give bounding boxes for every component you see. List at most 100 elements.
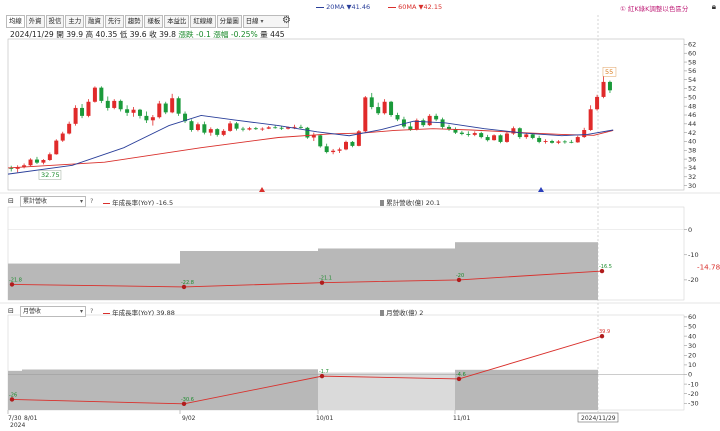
xaxis-date-label: 9/02 xyxy=(182,415,196,422)
cumulative-revenue-bar xyxy=(318,248,455,300)
panel3-yoy-label: -30.6 xyxy=(181,397,194,403)
candle-body xyxy=(234,123,239,129)
panel2-collapse-icon[interactable]: ⊟ xyxy=(8,197,14,205)
candle-body xyxy=(131,109,136,113)
event-marker-up xyxy=(259,187,265,192)
candle-body xyxy=(112,100,117,108)
candle-body xyxy=(125,109,130,113)
panel2-help-icon[interactable]: ? xyxy=(90,197,93,205)
panel2-bar-legend: 累計營收(億) 20.1 xyxy=(380,197,440,207)
candle-body xyxy=(118,100,123,110)
price-ytick-label: 60 xyxy=(688,49,696,57)
panel3-bar-legend: 月營收(億) 2 xyxy=(380,307,423,317)
price-ytick-label: 62 xyxy=(688,41,696,49)
candle-body xyxy=(569,141,574,143)
panel3-collapse-icon[interactable]: ⊟ xyxy=(8,307,14,315)
panel2-yoy-label: -21.1 xyxy=(319,276,332,282)
stock-chart[interactable]: 303234363840424446485052545658606232.755… xyxy=(0,0,720,431)
candle-body xyxy=(92,87,97,102)
cumulative-revenue-bar xyxy=(180,250,318,300)
panel2-yoy-label: -20 xyxy=(456,273,464,279)
panel3-ytick-label: 60 xyxy=(688,313,696,321)
candle-body xyxy=(195,124,200,130)
candle-body xyxy=(344,141,348,150)
panel2-yoy-label: -21.8 xyxy=(9,277,22,283)
price-panel-frame xyxy=(7,38,685,191)
candle-body xyxy=(60,133,65,141)
candle-body xyxy=(105,100,110,108)
candle-body xyxy=(318,135,323,147)
candle-body xyxy=(466,133,471,135)
bar-swatch xyxy=(380,310,384,316)
candle-body xyxy=(492,135,497,141)
candle-body xyxy=(427,115,432,126)
cursor-date-label: 2024/11/29 xyxy=(581,415,616,422)
candle-body xyxy=(369,97,374,108)
xaxis-date-label: 11/01 xyxy=(453,415,470,422)
price-ytick-label: 52 xyxy=(688,85,696,93)
panel3-line-legend-text: 年成長率(YoY) 39.88 xyxy=(112,309,175,317)
price-ytick-label: 36 xyxy=(688,155,696,163)
panel3-yoy-label: -26 xyxy=(9,392,17,398)
candle-body xyxy=(170,98,175,113)
candle-body xyxy=(524,134,529,138)
candle-body xyxy=(67,123,72,134)
panel3-bar-legend-text: 月營收(億) 2 xyxy=(386,309,424,317)
panel3-ytick-label: -10 xyxy=(688,380,699,388)
candle-body xyxy=(266,127,271,129)
price-ytick-label: 58 xyxy=(688,58,696,66)
candle-body xyxy=(350,141,355,146)
panel3-help-icon[interactable]: ? xyxy=(90,307,93,315)
price-ytick-label: 38 xyxy=(688,146,696,154)
candle-body xyxy=(324,146,329,153)
panel3-yoy-label: 39.9 xyxy=(599,329,610,335)
bar-swatch xyxy=(380,200,384,206)
panel2-yoy-label: -16.5 xyxy=(599,264,612,270)
candle-body xyxy=(472,133,477,135)
panel2-ytick-label: -10 xyxy=(688,251,699,259)
price-ytick-label: 56 xyxy=(688,67,696,75)
panel3-ytick-label: 30 xyxy=(688,342,696,350)
candle-body xyxy=(163,103,168,113)
candle-body xyxy=(47,154,52,160)
candle-body xyxy=(504,133,509,142)
panel3-select[interactable]: 月營收 xyxy=(20,306,86,317)
panel3-ytick-label: -30 xyxy=(688,399,699,407)
candle-body xyxy=(607,81,612,91)
panel3-ytick-label: 50 xyxy=(688,323,696,331)
candle-body xyxy=(331,150,336,153)
candle-body xyxy=(273,127,278,129)
monthly-revenue-bar xyxy=(455,369,598,410)
ma20-line xyxy=(7,114,614,175)
candle-body xyxy=(311,135,316,138)
panel3-yoy-label: -1.7 xyxy=(319,369,329,375)
candle-body xyxy=(240,128,245,130)
panel2-select[interactable]: 累計營收 xyxy=(20,196,86,207)
xaxis-date-label: 10/01 xyxy=(316,415,333,422)
candle-body xyxy=(376,107,381,114)
candle-body xyxy=(421,120,426,126)
candle-body xyxy=(73,107,78,124)
candle-body xyxy=(389,101,394,115)
candle-body xyxy=(28,159,33,166)
candle-body xyxy=(459,132,464,134)
cumulative-revenue-bar xyxy=(22,263,180,300)
candle-body xyxy=(86,101,91,116)
candle-body xyxy=(202,124,207,133)
ma60-line xyxy=(7,128,614,169)
low-price-label: 32.75 xyxy=(41,171,60,179)
price-ytick-label: 44 xyxy=(688,120,696,128)
monthly-revenue-bar xyxy=(180,369,318,410)
panel3-ytick-label: -20 xyxy=(688,390,699,398)
price-ytick-label: 32 xyxy=(688,173,696,181)
line-swatch xyxy=(103,312,110,314)
candle-body xyxy=(595,96,600,110)
xaxis-date-label: 8/01 xyxy=(24,415,38,422)
candle-body xyxy=(530,134,535,138)
candle-body xyxy=(34,159,39,163)
price-ytick-label: 30 xyxy=(688,182,696,190)
panel2-ytick-label: -20 xyxy=(688,276,699,284)
panel3-ytick-label: 40 xyxy=(688,332,696,340)
panel2-bar-legend-text: 累計營收(億) 20.1 xyxy=(386,199,441,207)
candle-body xyxy=(228,123,233,131)
